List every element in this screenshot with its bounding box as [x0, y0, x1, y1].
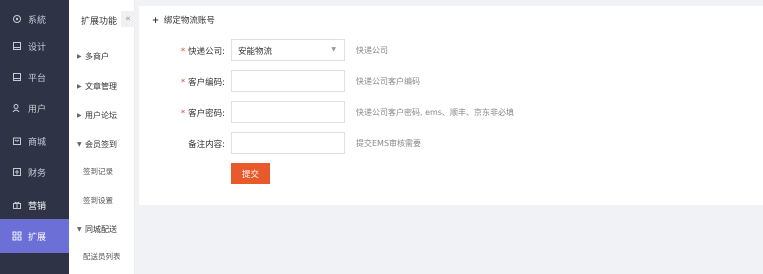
nav-item-label: 财务 [28, 168, 47, 179]
mall-icon [11, 136, 22, 147]
design-icon [11, 41, 22, 52]
gear-icon [11, 14, 22, 25]
main-nav: 系統 设计 平台 用户 商城 财务 营销 扩展 [0, 0, 69, 274]
field-hint: 快递公司 [356, 46, 388, 55]
nav-item-label: 扩展 [28, 232, 47, 243]
field-hint: 快递公司客户编码 [356, 77, 420, 86]
nav-item-extend[interactable]: 扩展 [0, 219, 69, 253]
collapse-sidebar-button[interactable]: « [121, 11, 135, 27]
field-label-text: 客户编码: [188, 78, 225, 88]
sidebar-group-label: 同城配送 [85, 225, 117, 234]
sidebar-group-forum[interactable]: ▶ 用户论坛 [77, 110, 117, 121]
finance-icon [11, 167, 22, 178]
secondary-sidebar: 扩展功能 « ▶ 多商户 ▶ 文章管理 ▶ 用户论坛 ▼ 会员签到 签到记录 签… [69, 0, 135, 274]
remark-input[interactable] [231, 132, 345, 154]
extend-icon [11, 231, 22, 242]
form-row-remark: 备注内容: 提交EMS审核需要 [139, 132, 739, 154]
required-mark: * [180, 47, 186, 57]
card-heading: + 绑定物流账号 [152, 14, 215, 26]
sidebar-group-label: 文章管理 [85, 82, 117, 91]
marketing-icon [11, 200, 22, 211]
nav-item-label: 设计 [28, 42, 47, 53]
field-label-text: 备注内容: [188, 140, 225, 150]
sidebar-group-label: 用户论坛 [85, 111, 117, 120]
field-label: * 客户密码: [139, 107, 225, 119]
form-row-courier: * 快递公司: 安能物流 ▼ 快递公司 [139, 39, 739, 61]
sidebar-item-checkin-records[interactable]: 签到记录 [83, 166, 113, 177]
sidebar-group-label: 多商户 [85, 52, 109, 61]
submit-button[interactable]: 提交 [231, 163, 270, 184]
required-mark: * [180, 78, 186, 88]
field-label: * 快递公司: [139, 45, 225, 57]
field-hint: 提交EMS审核需要 [356, 139, 422, 148]
required-mark: * [180, 109, 186, 119]
user-icon [11, 103, 22, 114]
caret-right-icon: ▶ [77, 112, 82, 119]
field-label-text: 客户密码: [188, 109, 225, 119]
courier-select[interactable]: 安能物流 ▼ [231, 39, 345, 61]
sidebar-group-merchant[interactable]: ▶ 多商户 [77, 51, 109, 62]
customer-password-input[interactable] [231, 101, 345, 123]
sidebar-item-checkin-settings[interactable]: 签到设置 [83, 195, 113, 206]
plus-icon: + [152, 16, 160, 26]
sidebar-title: 扩展功能 [81, 17, 118, 27]
sidebar-group-checkin[interactable]: ▼ 会员签到 [77, 139, 117, 150]
nav-item-marketing[interactable]: 营销 [0, 188, 69, 222]
nav-item-finance[interactable]: 财务 [0, 155, 69, 189]
sidebar-item-courier-list[interactable]: 配送员列表 [83, 251, 121, 262]
courier-select-value: 安能物流 [238, 47, 273, 57]
field-label: * 客户编码: [139, 76, 225, 88]
nav-item-label: 系統 [28, 15, 47, 26]
nav-item-label: 平台 [28, 73, 47, 84]
field-label: 备注内容: [139, 138, 225, 150]
nav-item-label: 用户 [28, 104, 47, 115]
chevron-down-icon: ▼ [331, 46, 336, 53]
card-title: 绑定物流账号 [163, 16, 215, 26]
form-row-customer-password: * 客户密码: 快递公司客户密码, ems、顺丰、京东非必填 [139, 101, 739, 123]
nav-item-label: 商城 [28, 137, 47, 148]
sidebar-group-label: 会员签到 [85, 140, 117, 149]
nav-item-platform[interactable]: 平台 [0, 60, 69, 94]
nav-item-label: 营销 [28, 201, 47, 212]
customer-code-input[interactable] [231, 70, 345, 92]
caret-down-icon: ▼ [77, 226, 82, 233]
chevron-double-left-icon: « [125, 14, 131, 24]
sidebar-group-delivery[interactable]: ▼ 同城配送 [77, 224, 117, 235]
field-hint: 快递公司客户密码, ems、顺丰、京东非必填 [356, 108, 514, 117]
sidebar-group-articles[interactable]: ▶ 文章管理 [77, 81, 117, 92]
nav-item-mall[interactable]: 商城 [0, 124, 69, 158]
nav-item-user[interactable]: 用户 [0, 91, 69, 125]
nav-item-design[interactable]: 设计 [0, 29, 69, 63]
caret-down-icon: ▼ [77, 141, 82, 148]
caret-right-icon: ▶ [77, 53, 82, 60]
form-card: + 绑定物流账号 * 快递公司: 安能物流 ▼ 快递公司 * 客户编码: 快递公司客… [139, 6, 763, 205]
caret-right-icon: ▶ [77, 83, 82, 90]
form-row-customer-code: * 客户编码: 快递公司客户编码 [139, 70, 739, 92]
field-label-text: 快递公司: [188, 47, 225, 57]
platform-icon [11, 72, 22, 83]
